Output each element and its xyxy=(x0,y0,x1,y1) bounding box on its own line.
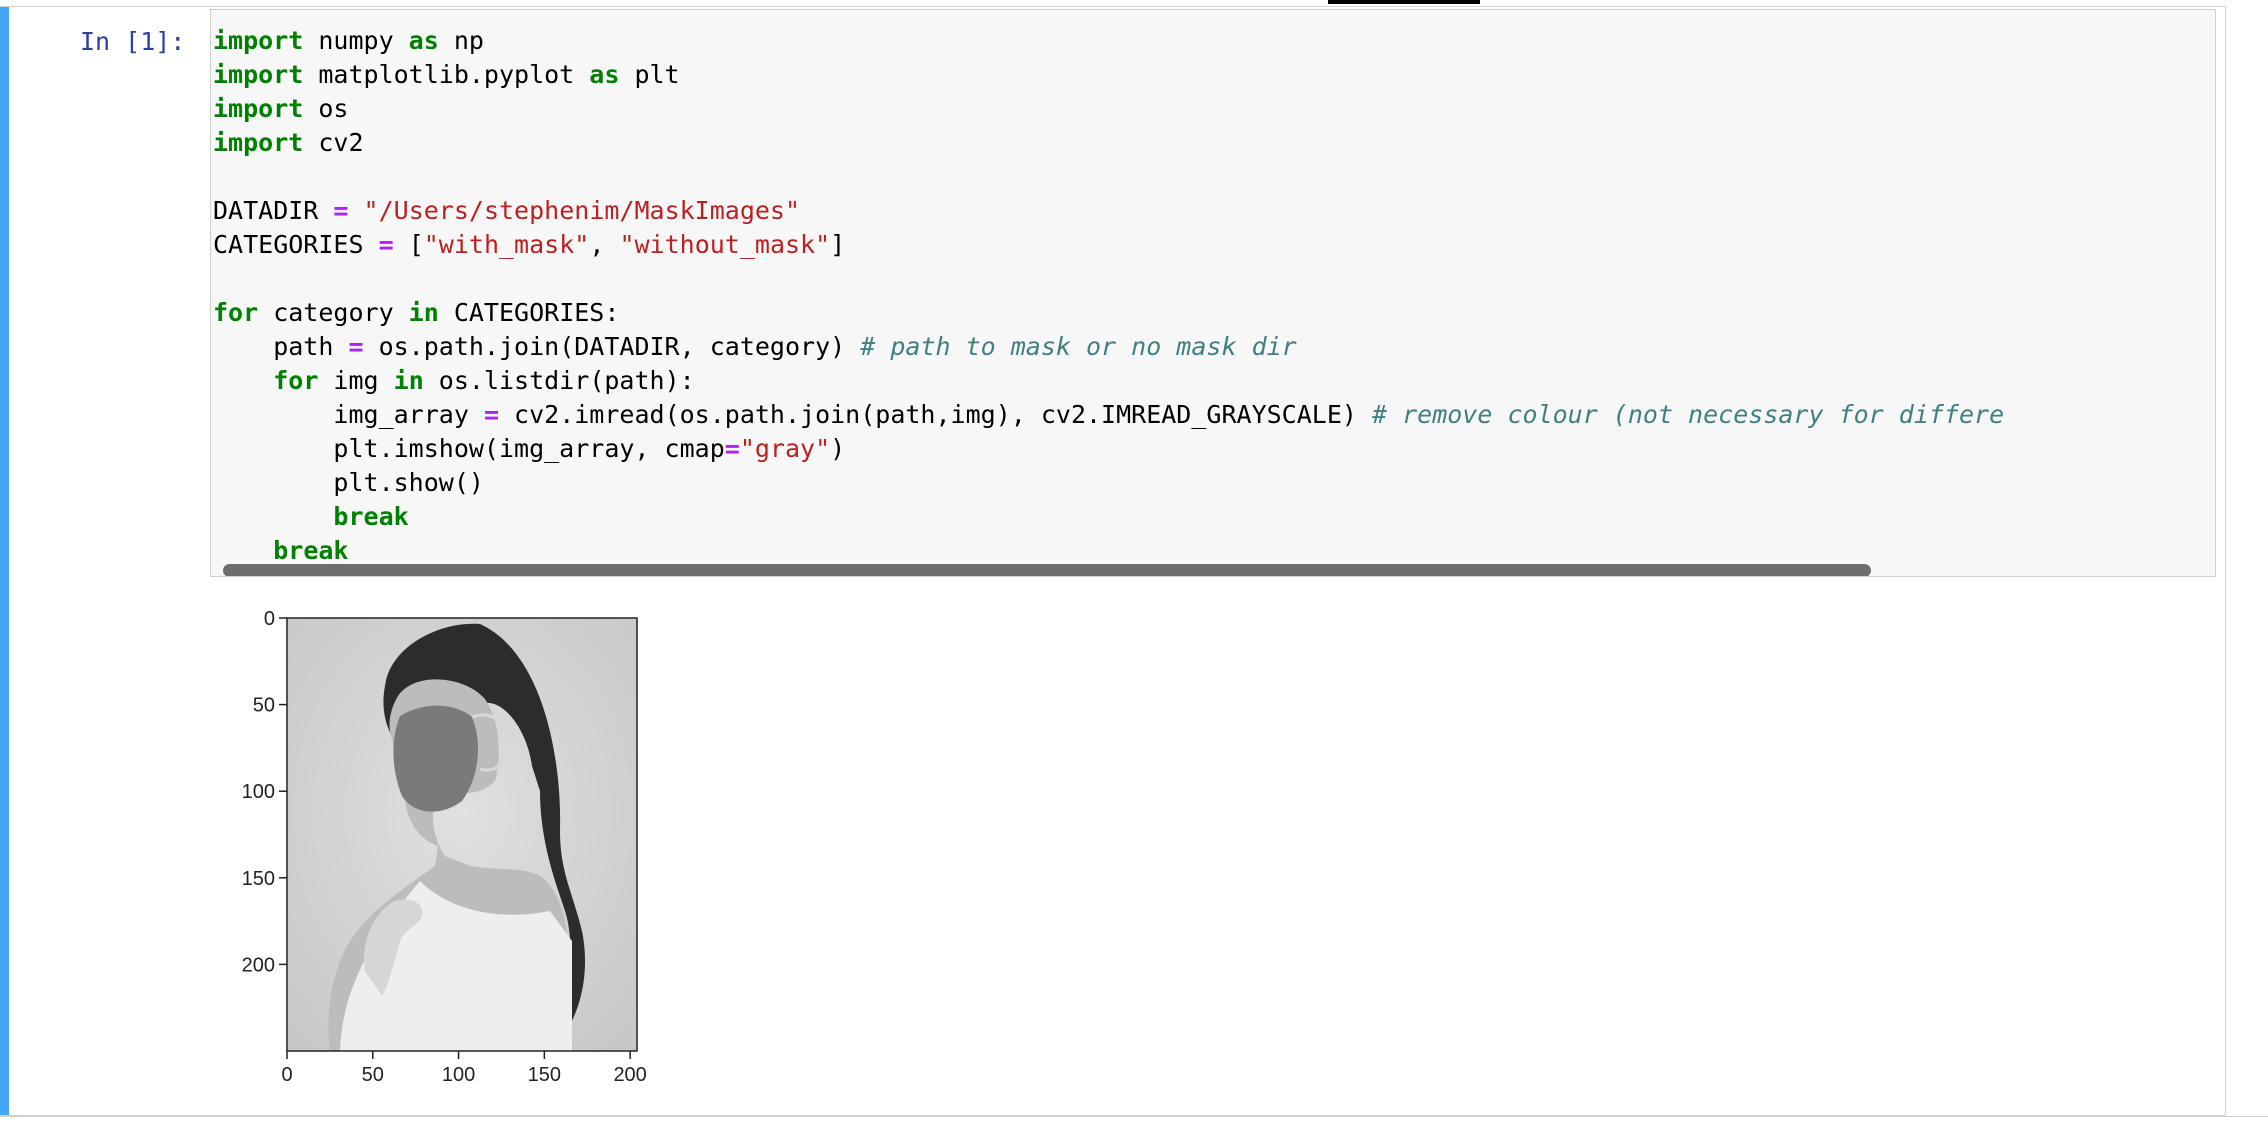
code-content[interactable]: import numpy as np import matplotlib.pypl… xyxy=(213,10,2004,568)
horizontal-scrollbar-thumb[interactable] xyxy=(223,564,1871,576)
code-token: import xyxy=(213,26,304,55)
y-tick-label: 200 xyxy=(242,954,275,976)
code-token: import xyxy=(213,60,304,89)
code-line[interactable]: for img in os.listdir(path): xyxy=(213,364,2004,398)
code-token: # remove colour (not necessary for diffe… xyxy=(1371,400,2005,429)
cell-prompt: In [1]: xyxy=(80,27,186,56)
y-tick-label: 150 xyxy=(242,868,275,890)
y-tick-label: 0 xyxy=(264,608,275,630)
code-token: = xyxy=(483,400,499,429)
cell-selection-bar xyxy=(0,7,9,1115)
code-token: ) xyxy=(830,434,846,463)
code-token: = xyxy=(724,434,740,463)
code-token: ] xyxy=(830,230,846,259)
code-line[interactable]: import matplotlib.pyplot as plt xyxy=(213,58,2004,92)
code-token: os.path.join(DATADIR, category) xyxy=(363,332,861,361)
y-tick-label: 50 xyxy=(253,695,275,717)
code-line[interactable]: plt.imshow(img_array, cmap="gray") xyxy=(213,432,2004,466)
cell-output: 0 50 100 150 200 0 50 100 150 200 xyxy=(210,591,1210,1111)
code-editor[interactable]: import numpy as np import matplotlib.pypl… xyxy=(210,9,2216,577)
code-line[interactable]: path = os.path.join(DATADIR, category) #… xyxy=(213,330,2004,364)
code-token: plt xyxy=(619,60,680,89)
code-token: cv2 xyxy=(303,128,364,157)
x-tick-label: 100 xyxy=(442,1064,475,1086)
notebook-bottom-border xyxy=(0,1116,2268,1117)
code-token: CATEGORIES: xyxy=(438,298,620,327)
x-tick-label: 50 xyxy=(362,1064,384,1086)
code-token: cv2.imread(os.path.join(path,img), cv2.I… xyxy=(499,400,1372,429)
code-token: numpy xyxy=(303,26,409,55)
notebook-tab-indicator xyxy=(1328,0,1480,4)
code-token: img xyxy=(318,366,394,395)
code-line[interactable]: import os xyxy=(213,92,2004,126)
code-cell[interactable]: In [1]: import numpy as np import matplot… xyxy=(0,6,2226,1116)
code-line[interactable]: DATADIR = "/Users/stephenim/MaskImages" xyxy=(213,194,2004,228)
y-axis: 0 50 100 150 200 xyxy=(242,608,287,976)
code-token: "gray" xyxy=(739,434,831,463)
code-token: [ xyxy=(393,230,424,259)
code-token: for xyxy=(273,366,319,395)
code-line[interactable] xyxy=(213,160,2004,194)
code-token: matplotlib.pyplot xyxy=(303,60,590,89)
code-token: os.listdir(path): xyxy=(423,366,695,395)
code-token: as xyxy=(589,60,620,89)
x-tick-label: 150 xyxy=(528,1064,561,1086)
code-token: in xyxy=(408,298,439,327)
code-token: "with_mask" xyxy=(423,230,590,259)
code-token: import xyxy=(213,94,304,123)
code-token: "without_mask" xyxy=(619,230,831,259)
code-token: , xyxy=(589,230,620,259)
output-plot: 0 50 100 150 200 0 50 100 150 200 xyxy=(242,608,647,1086)
code-token: plt.imshow(img_array, cmap xyxy=(213,434,725,463)
x-tick-label: 0 xyxy=(281,1064,292,1086)
code-token: CATEGORIES xyxy=(213,230,379,259)
code-token: as xyxy=(408,26,439,55)
code-token: = xyxy=(333,196,349,225)
code-token: import xyxy=(213,128,304,157)
code-token: np xyxy=(438,26,484,55)
code-token: category xyxy=(258,298,409,327)
x-tick-label: 200 xyxy=(613,1064,646,1086)
y-tick-label: 100 xyxy=(242,781,275,803)
code-token: plt.show() xyxy=(213,468,484,497)
code-token: in xyxy=(393,366,424,395)
code-line[interactable] xyxy=(213,262,2004,296)
code-token: = xyxy=(348,332,364,361)
code-token: # path to mask or no mask dir xyxy=(860,332,1297,361)
code-token: path xyxy=(213,332,349,361)
code-line[interactable]: for category in CATEGORIES: xyxy=(213,296,2004,330)
x-axis: 0 50 100 150 200 xyxy=(281,1051,647,1086)
code-token: os xyxy=(303,94,349,123)
code-line[interactable]: break xyxy=(213,500,2004,534)
code-line[interactable]: import cv2 xyxy=(213,126,2004,160)
code-token: DATADIR xyxy=(213,196,334,225)
code-line[interactable]: plt.show() xyxy=(213,466,2004,500)
grayscale-photo-woman-wearing-face-mask xyxy=(287,618,637,1051)
code-token: break xyxy=(273,536,349,565)
code-line[interactable]: import numpy as np xyxy=(213,24,2004,58)
code-token: img_array xyxy=(213,400,484,429)
code-token: "/Users/stephenim/MaskImages" xyxy=(363,196,801,225)
code-line[interactable]: img_array = cv2.imread(os.path.join(path… xyxy=(213,398,2004,432)
code-token: for xyxy=(213,298,259,327)
code-line[interactable]: CATEGORIES = ["with_mask", "without_mask… xyxy=(213,228,2004,262)
code-token: break xyxy=(333,502,409,531)
code-token: = xyxy=(378,230,394,259)
